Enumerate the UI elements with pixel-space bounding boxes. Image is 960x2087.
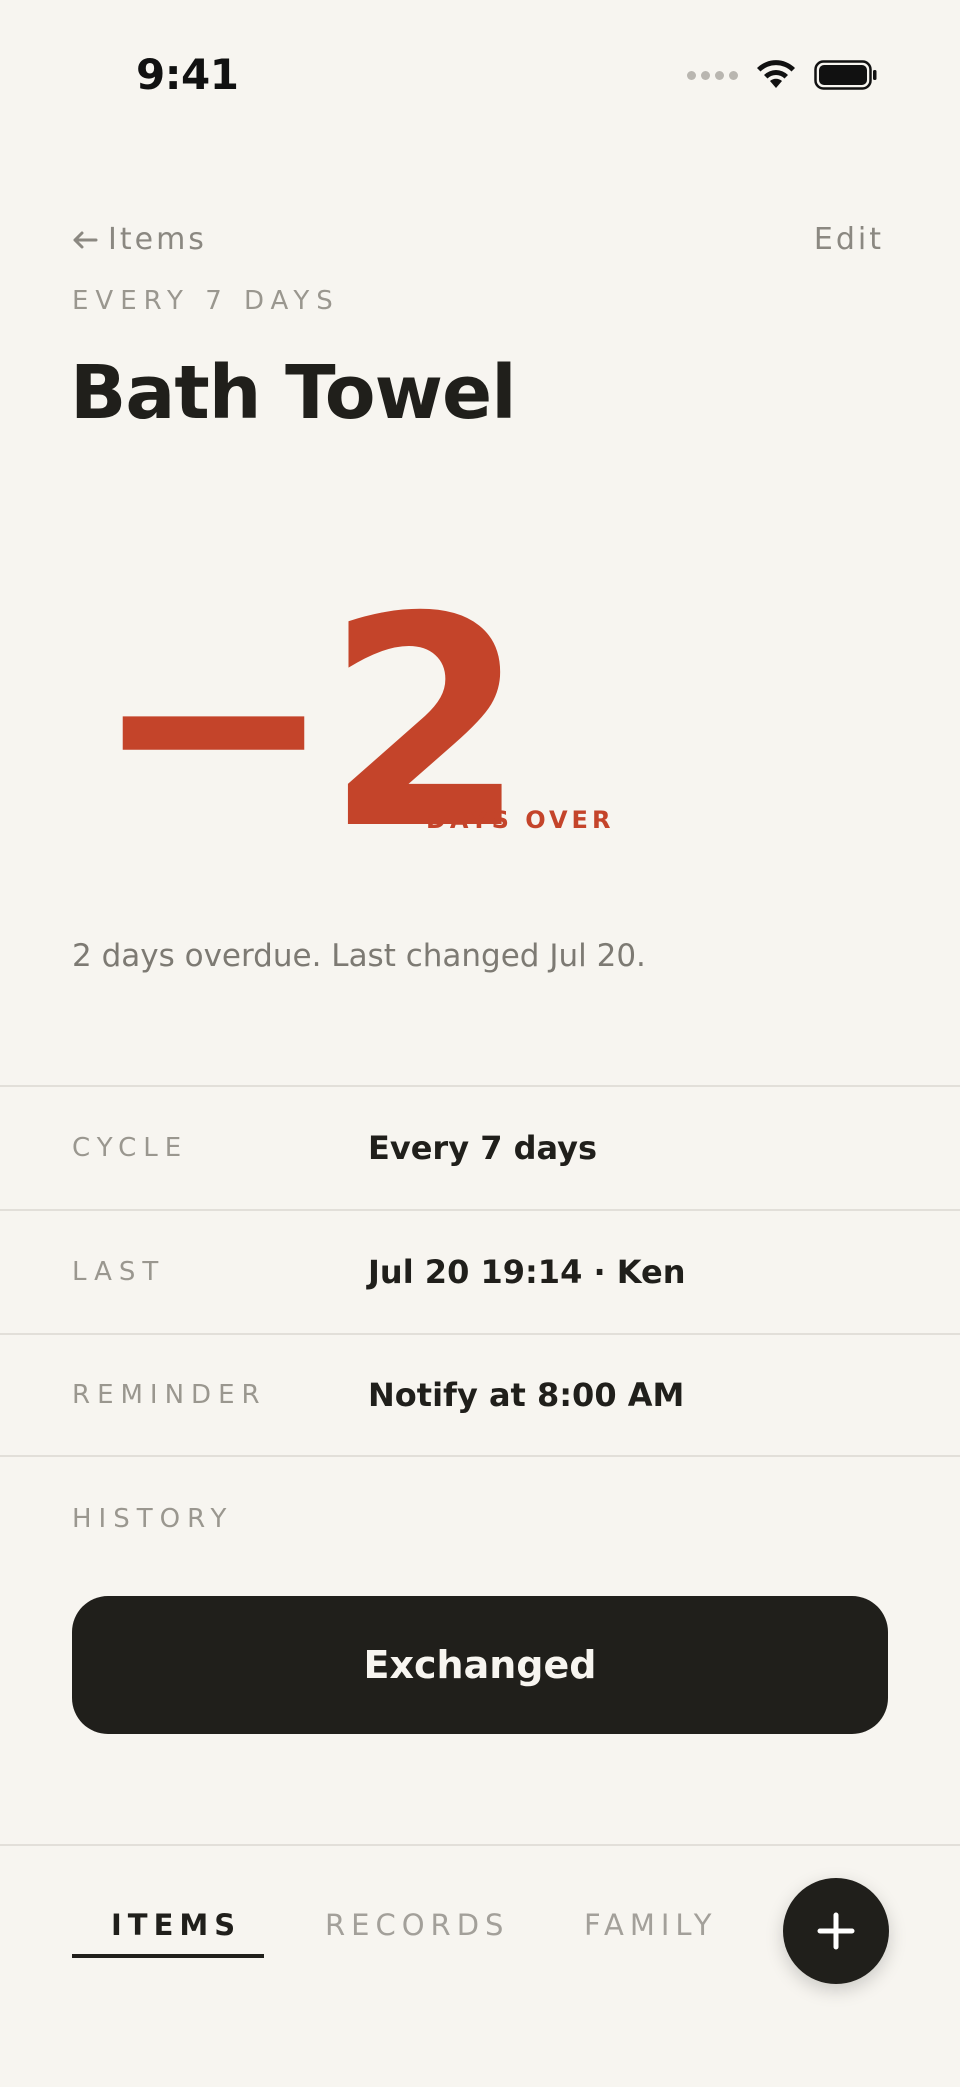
detail-value: Notify at 8:00 AM <box>368 1376 685 1414</box>
detail-value: Every 7 days <box>368 1129 598 1167</box>
battery-icon <box>814 60 877 90</box>
detail-label: REMINDER <box>72 1380 267 1410</box>
signal-icon <box>687 70 738 80</box>
back-button[interactable]: Items <box>72 222 207 257</box>
tab-items[interactable]: ITEMS <box>111 1908 241 1942</box>
status-icons <box>687 60 878 90</box>
detail-list: CYCLE Every 7 days LAST Jul 20 19:14 · K… <box>0 1085 960 1457</box>
tab-active-indicator <box>72 1954 264 1958</box>
history-label: HISTORY <box>72 1504 234 1534</box>
back-label: Items <box>108 222 207 257</box>
edit-button[interactable]: Edit <box>814 222 884 257</box>
wifi-icon <box>757 60 795 88</box>
arrow-left-icon <box>73 231 98 248</box>
detail-label: CYCLE <box>72 1133 189 1163</box>
detail-row-reminder[interactable]: REMINDER Notify at 8:00 AM <box>0 1333 960 1457</box>
tab-bar: ITEMS RECORDS FAMILY <box>0 1844 960 2087</box>
detail-label: LAST <box>72 1257 166 1287</box>
cycle-caption: EVERY 7 DAYS <box>72 286 340 316</box>
exchanged-button[interactable]: Exchanged <box>72 1596 888 1734</box>
add-button[interactable] <box>783 1878 889 1984</box>
tab-records[interactable]: RECORDS <box>325 1908 509 1942</box>
detail-value: Jul 20 19:14 · Ken <box>368 1253 686 1291</box>
screen: 9:41 Items Edit EVERY 7 DAYS Bath Towel … <box>0 0 960 2087</box>
plus-icon <box>817 1912 855 1950</box>
detail-row-cycle[interactable]: CYCLE Every 7 days <box>0 1085 960 1209</box>
tab-family[interactable]: FAMILY <box>584 1908 717 1942</box>
detail-row-last[interactable]: LAST Jul 20 19:14 · Ken <box>0 1209 960 1333</box>
counter-unit: DAYS OVER <box>426 806 615 834</box>
status-description: 2 days overdue. Last changed Jul 20. <box>72 938 646 974</box>
page-title: Bath Towel <box>70 350 517 436</box>
status-time: 9:41 <box>136 50 239 99</box>
